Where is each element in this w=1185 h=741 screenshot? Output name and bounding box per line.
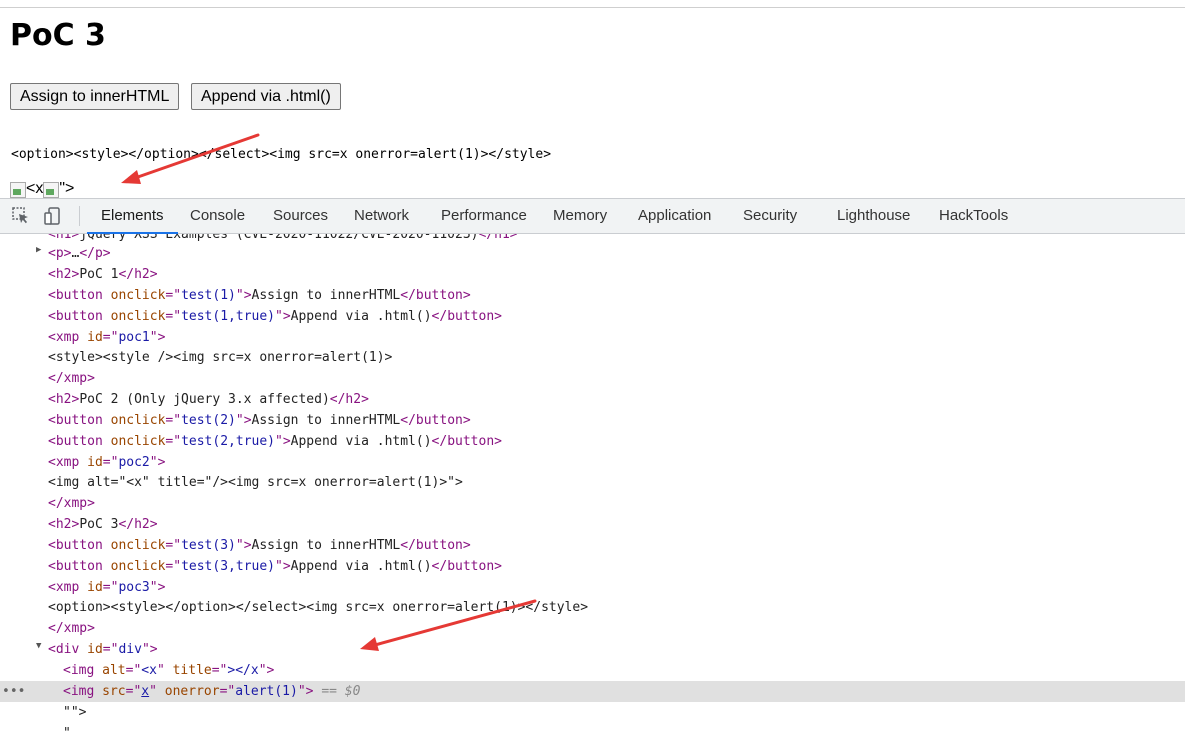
rendered-text-1: <x bbox=[26, 180, 44, 197]
dom-text-node[interactable]: <img alt="<x" title="/><img src=x onerro… bbox=[48, 472, 1185, 493]
expand-triangle-icon[interactable]: ▶ bbox=[36, 245, 41, 255]
page-title: PoC 3 bbox=[10, 18, 106, 53]
assign-innerhtml-button[interactable]: Assign to innerHTML bbox=[10, 83, 180, 110]
rendered-text-2: "> bbox=[59, 180, 75, 197]
dom-node-h2[interactable]: <h2>PoC 2 (Only jQuery 3.x affected)</h2… bbox=[48, 389, 1185, 410]
tab-console[interactable]: Console bbox=[190, 199, 245, 233]
broken-image-icon bbox=[10, 182, 26, 198]
tab-hacktools[interactable]: HackTools bbox=[939, 199, 1008, 233]
tab-sources[interactable]: Sources bbox=[273, 199, 328, 233]
tab-security[interactable]: Security bbox=[743, 199, 797, 233]
toolbar-divider bbox=[79, 206, 80, 226]
dom-node-button[interactable]: <button onclick="test(1,true)">Append vi… bbox=[48, 306, 1185, 327]
dom-node-xmp-close[interactable]: </xmp> bbox=[48, 368, 1185, 389]
dom-node-h2[interactable]: <h2>PoC 3</h2> bbox=[48, 514, 1185, 535]
tab-performance[interactable]: Performance bbox=[441, 199, 527, 233]
rendered-output: <x "> bbox=[10, 180, 74, 198]
dom-node-xmp[interactable]: <xmp id="poc2"> bbox=[48, 452, 1185, 473]
dom-node-h2[interactable]: <h2>PoC 1</h2> bbox=[48, 264, 1185, 285]
append-html-button[interactable]: Append via .html() bbox=[191, 83, 341, 110]
dom-node-img-alt[interactable]: <img alt="<x" title="></x"> bbox=[63, 660, 1185, 681]
dom-node-xmp[interactable]: <xmp id="poc1"> bbox=[48, 327, 1185, 348]
dom-node-button[interactable]: <button onclick="test(2)">Assign to inne… bbox=[48, 410, 1185, 431]
dom-node-div[interactable]: <div id="div"> bbox=[48, 639, 1185, 660]
broken-image-icon bbox=[43, 182, 60, 198]
tab-application[interactable]: Application bbox=[638, 199, 711, 233]
tab-memory[interactable]: Memory bbox=[553, 199, 607, 233]
dom-node-xmp-close[interactable]: </xmp> bbox=[48, 493, 1185, 514]
devtools-panel: Elements Console Sources Network Perform… bbox=[0, 198, 1185, 741]
dom-node-button[interactable]: <button onclick="test(2,true)">Append vi… bbox=[48, 431, 1185, 452]
dom-node-p[interactable]: <p>…</p> bbox=[48, 243, 1185, 264]
devtools-tabbar: Elements Console Sources Network Perform… bbox=[0, 199, 1185, 234]
elements-dom-tree: <h1>jQuery XSS Examples (CVE-2020-11022/… bbox=[0, 234, 1185, 741]
dom-node-xmp[interactable]: <xmp id="poc3"> bbox=[48, 577, 1185, 598]
inspect-element-icon[interactable] bbox=[12, 207, 30, 225]
xmp-poc3-text: <option><style></option></select><img sr… bbox=[11, 147, 552, 162]
dom-text-node[interactable]: <style><style /><img src=x onerror=alert… bbox=[48, 347, 1185, 368]
dom-node-img-selected[interactable]: <img src="x" onerror="alert(1)"> == $0 bbox=[0, 681, 1185, 702]
dom-node-button[interactable]: <button onclick="test(1)">Assign to inne… bbox=[48, 285, 1185, 306]
dom-node-xmp-close[interactable]: </xmp> bbox=[48, 618, 1185, 639]
dom-text-node[interactable]: <option><style></option></select><img sr… bbox=[48, 597, 1185, 618]
page-content: PoC 3 Assign to innerHTML Append via .ht… bbox=[0, 0, 1185, 198]
tab-elements[interactable]: Elements bbox=[87, 199, 177, 234]
dom-text-node[interactable]: " bbox=[63, 723, 1185, 741]
tab-network[interactable]: Network bbox=[354, 199, 409, 233]
dom-node-button[interactable]: <button onclick="test(3,true)">Append vi… bbox=[48, 556, 1185, 577]
collapse-triangle-icon[interactable]: ▼ bbox=[36, 641, 41, 651]
more-actions-icon[interactable]: ••• bbox=[2, 681, 25, 702]
tab-lighthouse[interactable]: Lighthouse bbox=[837, 199, 910, 233]
dom-node-button[interactable]: <button onclick="test(3)">Assign to inne… bbox=[48, 535, 1185, 556]
dom-text-node[interactable]: ""> bbox=[63, 702, 1185, 723]
device-toolbar-icon[interactable] bbox=[44, 207, 62, 225]
